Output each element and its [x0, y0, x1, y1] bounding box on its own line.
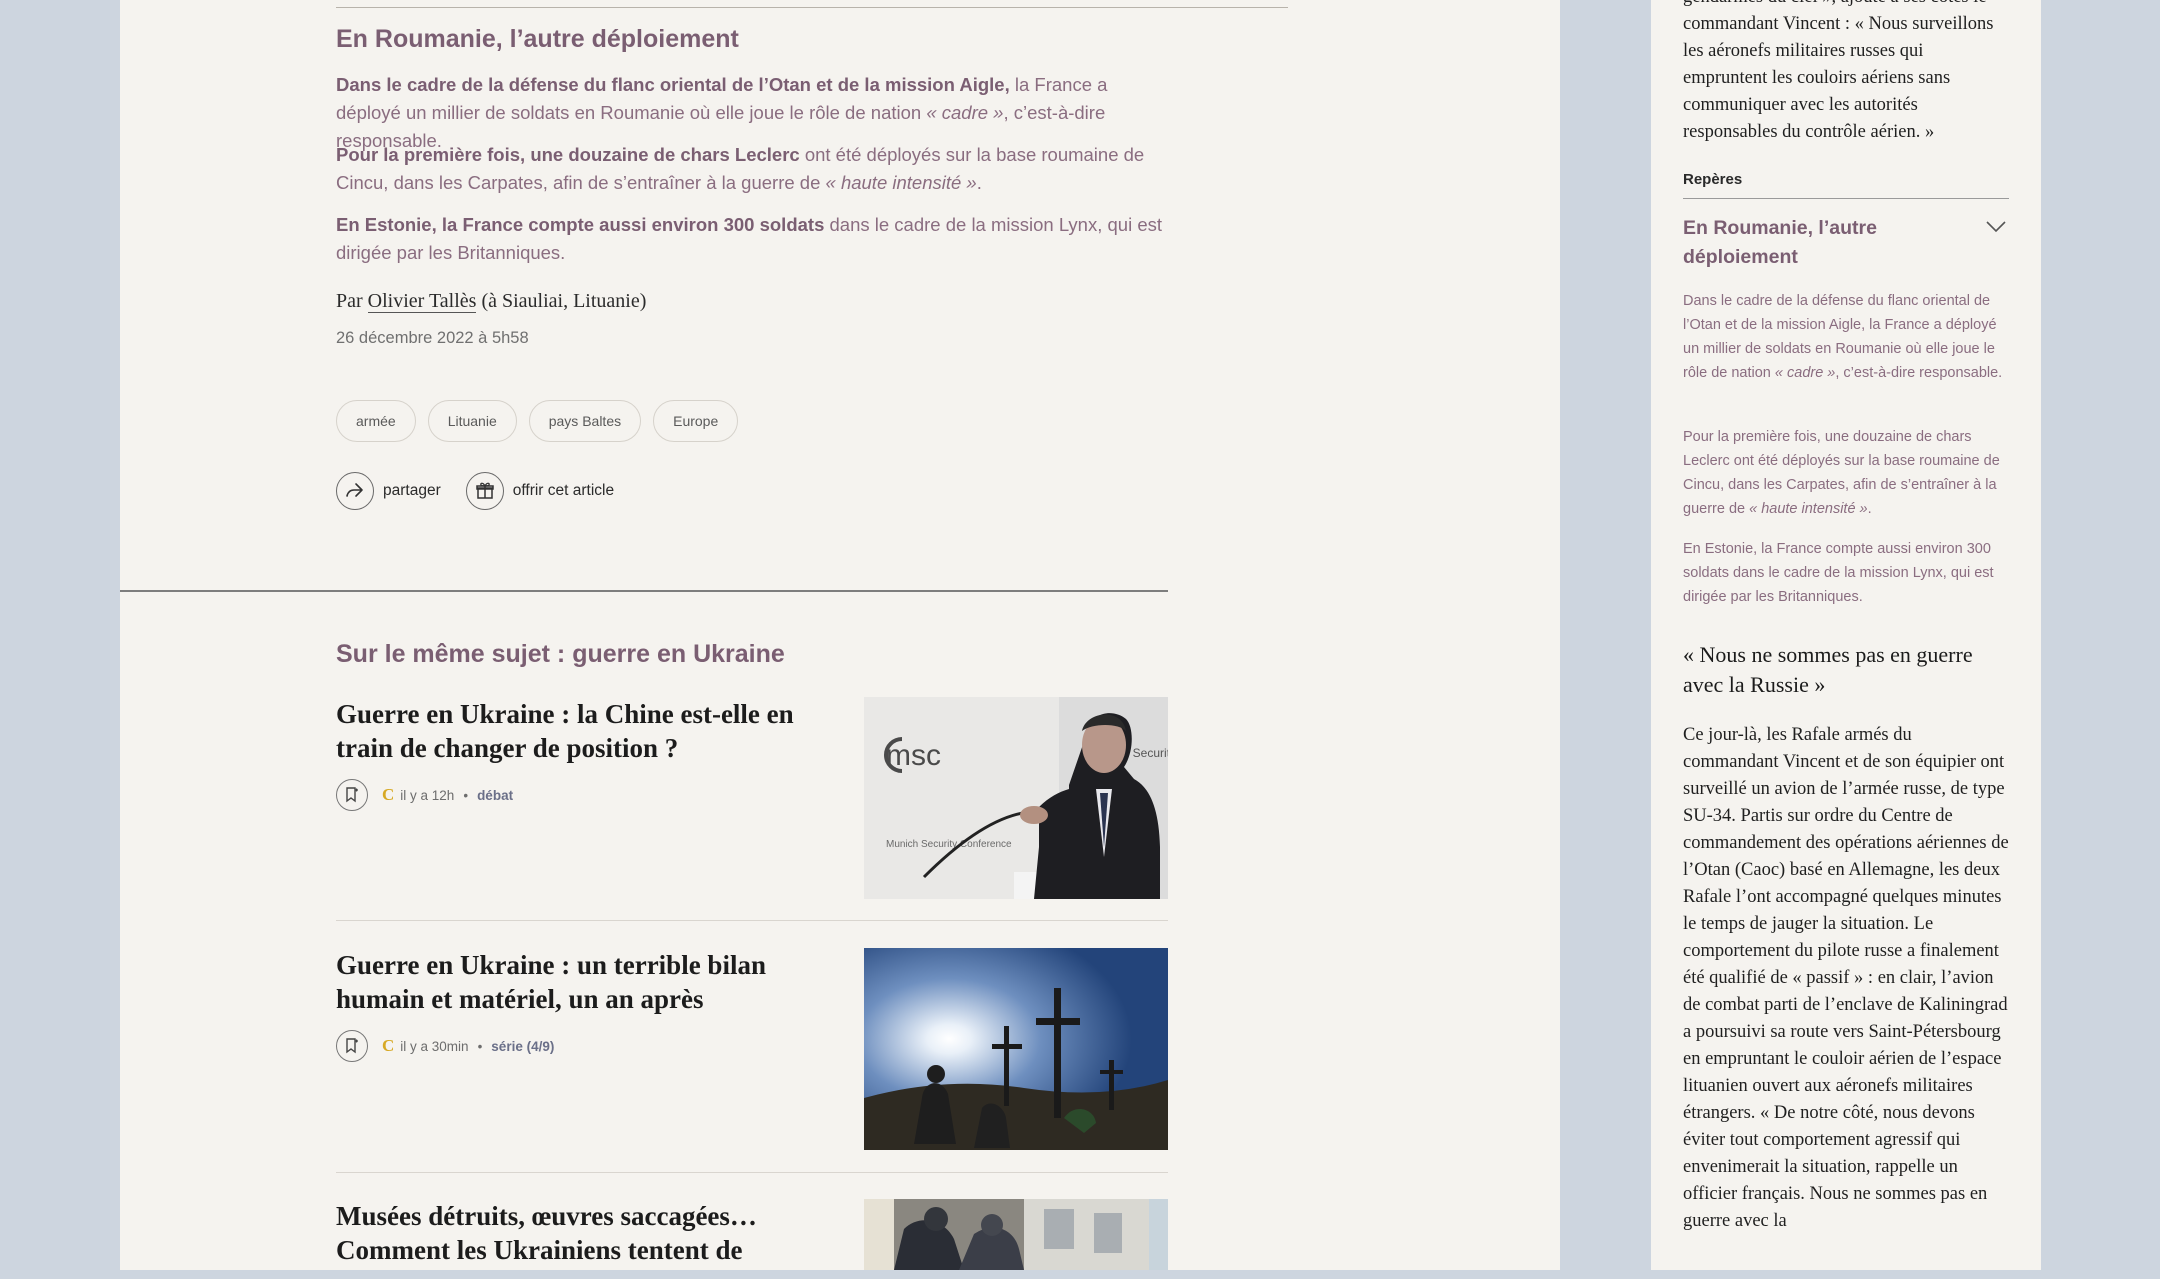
tag-lituanie[interactable]: Lituanie: [427, 400, 517, 442]
related-section-title: Sur le même sujet : guerre en Ukraine: [336, 640, 785, 668]
related-article-thumbnail[interactable]: [864, 948, 1168, 1150]
related-article-title[interactable]: Musées détruits, œuvres saccagées… Comme…: [336, 1199, 806, 1267]
share-icon: [336, 472, 374, 510]
related-article-time: il y a 12h: [400, 787, 455, 803]
brand-logo-icon: C: [382, 785, 395, 804]
publish-date: 26 décembre 2022 à 5h58: [336, 329, 529, 347]
sidebar-text: commandant Vincent : « Nous surveillons …: [1683, 14, 1994, 142]
related-article-kind: série (4/9): [491, 1038, 555, 1054]
divider: [336, 7, 1288, 8]
thumb-caption: Munich Security Conference: [886, 839, 1012, 850]
related-article-time: il y a 30min: [400, 1038, 469, 1054]
paragraph-lead: En Estonie, la France compte aussi envir…: [336, 214, 825, 235]
reperes-paragraph: Dans le cadre de la défense du flanc ori…: [1683, 289, 2009, 385]
meta-separator: •: [463, 787, 469, 803]
bookmark-icon[interactable]: [336, 1030, 368, 1062]
byline-prefix: Par: [336, 290, 363, 312]
section-divider: [120, 590, 1168, 592]
related-article-title[interactable]: Guerre en Ukraine : la Chine est-elle en…: [336, 697, 806, 765]
chevron-down-icon[interactable]: [1985, 220, 2007, 239]
paragraph-lead: Dans le cadre de la défense du flanc ori…: [336, 74, 1010, 95]
author-link[interactable]: Olivier Tallès: [367, 290, 477, 313]
divider: [1683, 198, 2009, 199]
paragraph-lead: Pour la première fois, une douzaine de c…: [336, 144, 800, 165]
reperes-emphasis: « cadre »: [1774, 365, 1836, 381]
sidebar-subheading: « Nous ne sommes pas en guerre avec la R…: [1683, 642, 1973, 697]
related-article-meta: C il y a 12h • débat: [336, 779, 513, 811]
gift-article-button[interactable]: offrir cet article: [465, 472, 615, 510]
related-article-meta: C il y a 30min • série (4/9): [336, 1030, 554, 1062]
reperes-paragraph: En Estonie, la France compte aussi envir…: [1683, 537, 2009, 609]
article-panel: En Roumanie, l’autre déploiement Dans le…: [120, 0, 1560, 1270]
accordion-title[interactable]: En Roumanie, l’autre déploiement: [1683, 214, 1953, 272]
related-article-thumbnail[interactable]: msc Munich Security Conference ich Secur…: [864, 697, 1168, 899]
reperes-label: Repères: [1683, 171, 1743, 188]
gift-label: offrir cet article: [512, 482, 615, 499]
meta-separator: •: [477, 1038, 483, 1054]
section-title: En Roumanie, l’autre déploiement: [336, 25, 739, 53]
article-paragraph: En Estonie, la France compte aussi envir…: [336, 211, 1166, 267]
related-article-kind: débat: [477, 787, 514, 803]
paragraph-text: .: [976, 172, 982, 193]
byline: Par Olivier Tallès (à Siauliai, Lituanie…: [336, 290, 646, 313]
card-divider: [336, 1172, 1168, 1173]
reperes-paragraph: Pour la première fois, une douzaine de c…: [1683, 425, 2009, 521]
reperes-text: , c’est-à-dire responsable.: [1835, 365, 2003, 381]
related-article-card[interactable]: Musées détruits, œuvres saccagées… Comme…: [336, 1199, 1168, 1279]
article-actions: partager offrir cet article: [336, 472, 639, 510]
reperes-emphasis: « haute intensité »: [1749, 501, 1868, 517]
article-paragraph: Pour la première fois, une douzaine de c…: [336, 141, 1166, 197]
related-article-thumbnail[interactable]: [864, 1199, 1168, 1270]
card-divider: [336, 920, 1168, 921]
related-article-card[interactable]: Guerre en Ukraine : un terrible bilan hu…: [336, 948, 1168, 1150]
gift-icon: [465, 472, 504, 510]
tag-europe[interactable]: Europe: [653, 400, 739, 442]
sidebar: gendarmes du ciel », ajoute à ses côtés …: [1651, 0, 2041, 1270]
reperes-text: En Estonie, la France compte aussi envir…: [1683, 541, 1994, 605]
paragraph-emphasis: « haute intensité »: [825, 172, 977, 193]
related-article-card[interactable]: Guerre en Ukraine : la Chine est-elle en…: [336, 697, 1168, 899]
share-button[interactable]: partager: [336, 472, 441, 510]
sidebar-text-partial: gendarmes du ciel », ajoute à ses côtés …: [1683, 0, 2009, 11]
byline-location: (à Siauliai, Lituanie): [481, 290, 647, 312]
tag-pays-baltes[interactable]: pays Baltes: [528, 400, 642, 442]
tag-list: armée Lituanie pays Baltes Europe: [336, 400, 739, 442]
share-label: partager: [383, 482, 441, 499]
sidebar-body-text: Ce jour-là, les Rafale armés du commanda…: [1683, 725, 2009, 1231]
bookmark-icon[interactable]: [336, 779, 368, 811]
brand-logo-icon: C: [382, 1036, 395, 1055]
related-article-title[interactable]: Guerre en Ukraine : un terrible bilan hu…: [336, 948, 806, 1016]
tag-armee[interactable]: armée: [336, 400, 416, 442]
reperes-text: .: [1867, 501, 1872, 517]
paragraph-emphasis: « cadre »: [926, 102, 1004, 123]
